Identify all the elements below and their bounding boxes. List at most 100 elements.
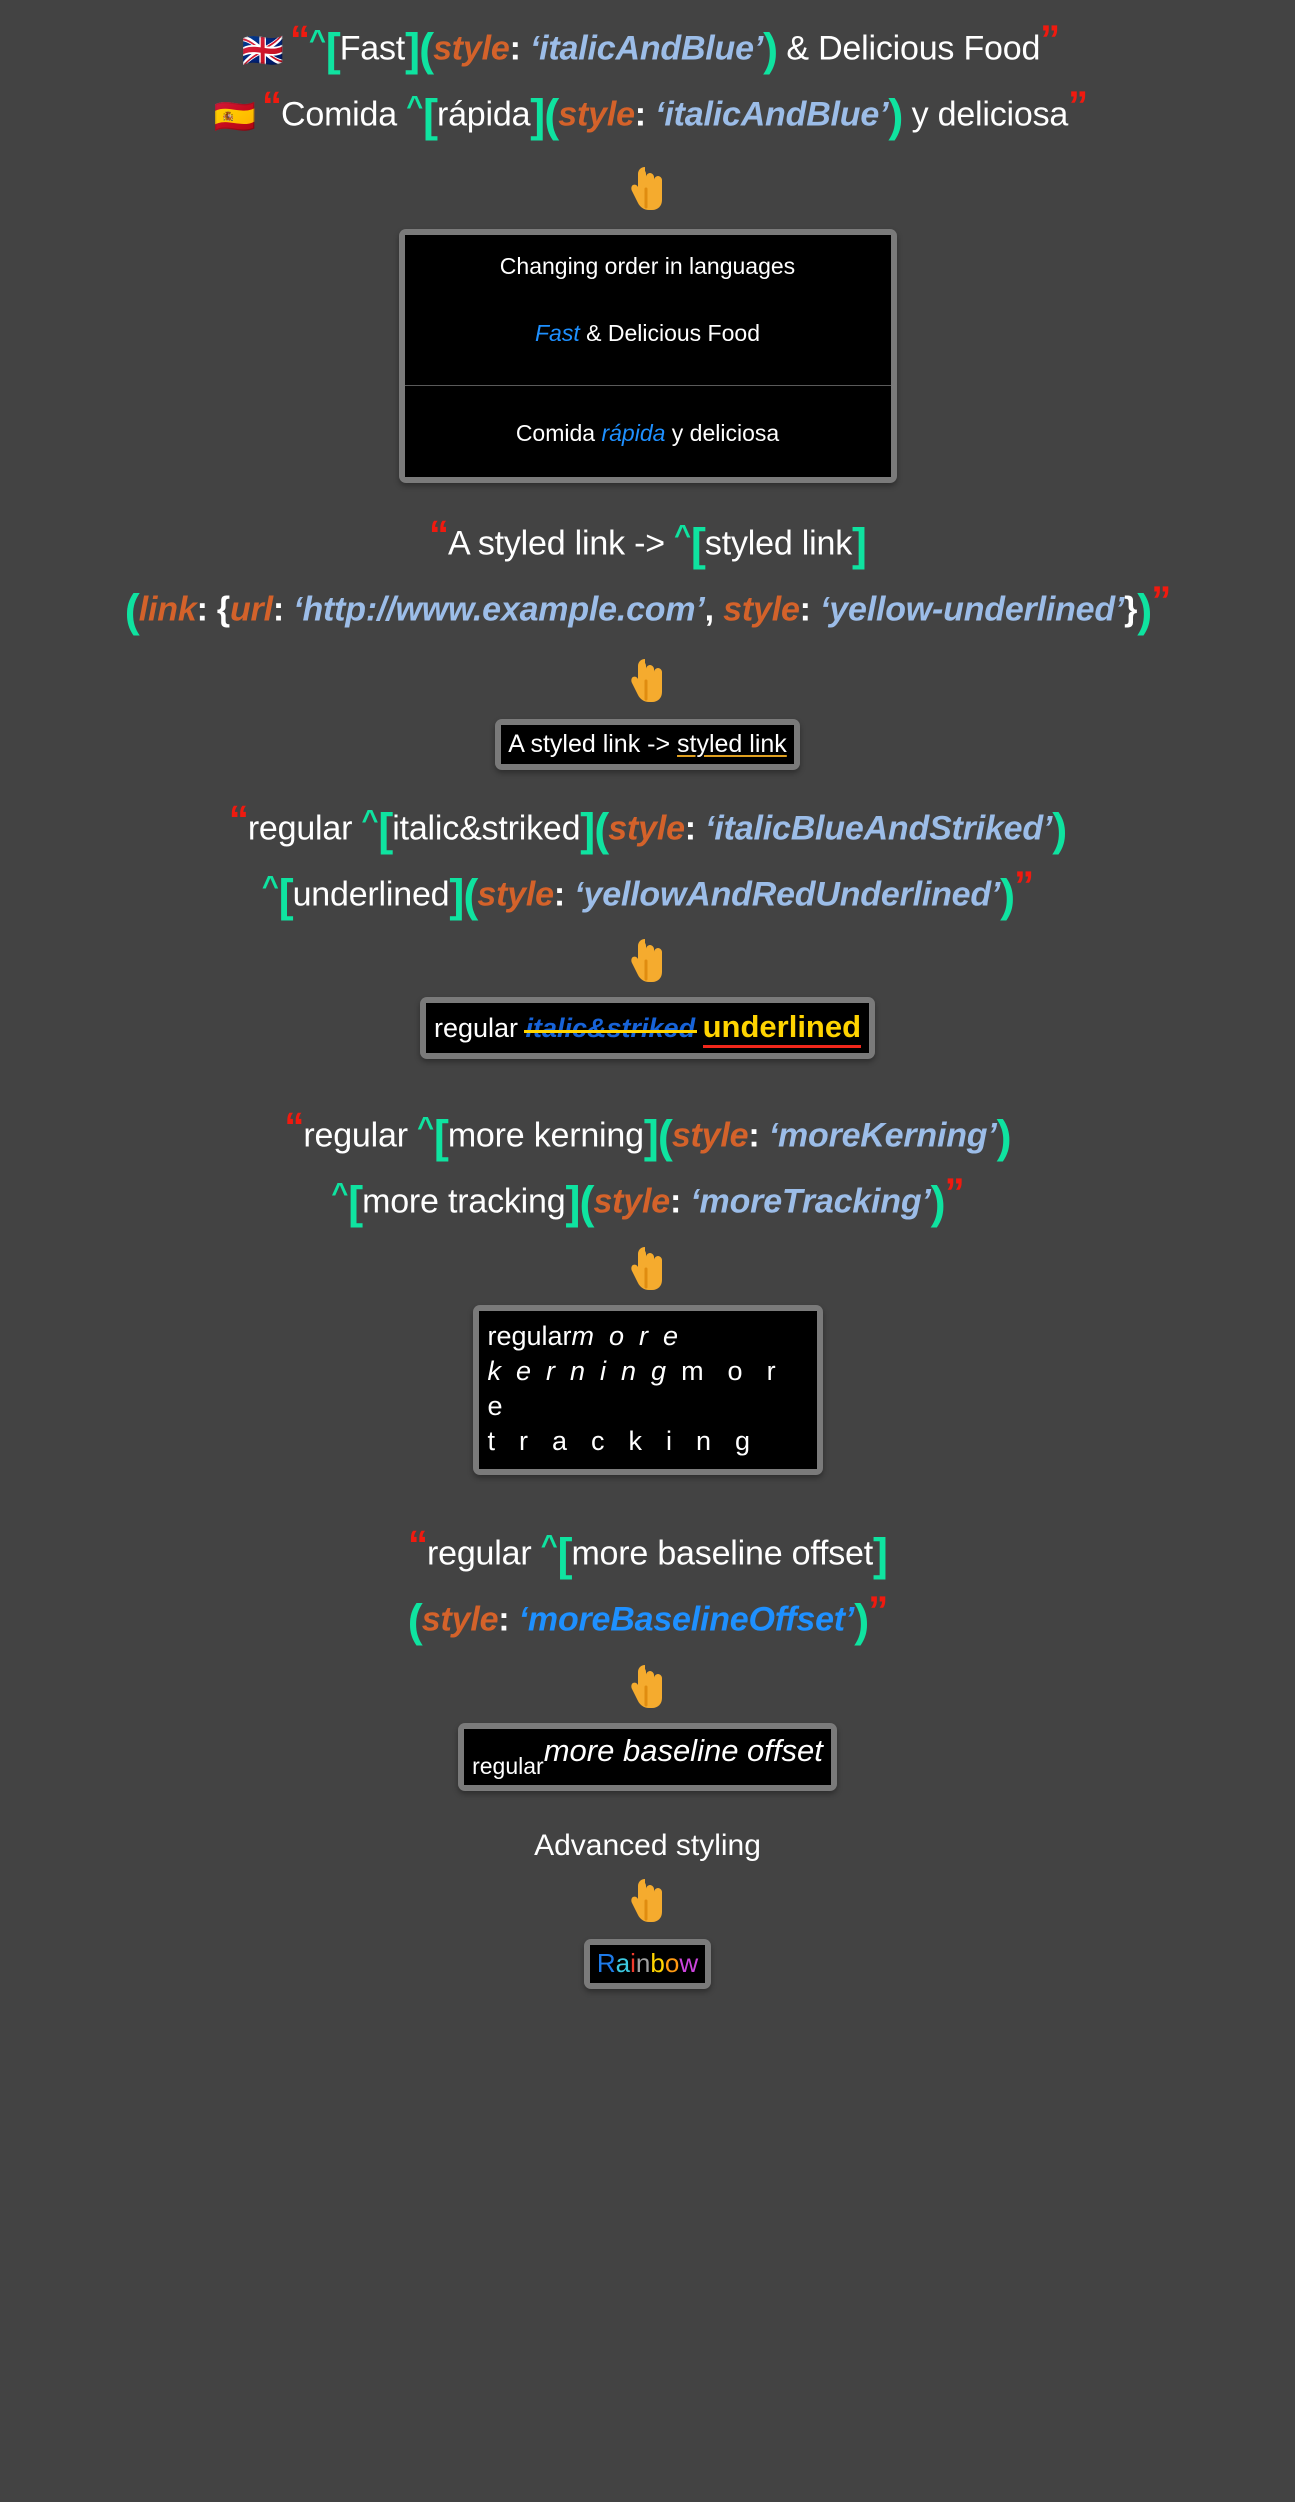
bracket-open: [ — [433, 1111, 449, 1163]
preview-card-rainbow: Rainbow — [0, 1938, 1295, 1989]
section-advanced-styling: Advanced styling Rainbow — [0, 1827, 1295, 1989]
source-line: “regular ^[italic&striked](style: ‘itali… — [0, 794, 1295, 860]
pointing-down-hand-icon — [0, 1661, 1295, 1713]
bracket-close: ] — [449, 869, 464, 921]
card-screen: Changing order in languages Fast & Delic… — [404, 235, 891, 478]
colon: : — [799, 590, 811, 629]
bracket-close: ] — [643, 1111, 659, 1163]
colon: : — [196, 590, 208, 629]
source-line: (link: {url: ‘http://www.example.com’, s… — [0, 575, 1295, 641]
bracket-open: [ — [690, 519, 706, 571]
styled-word: more kerning — [447, 1116, 644, 1155]
brace-close: } — [1124, 590, 1138, 629]
style-key: style — [421, 1600, 499, 1639]
source-line: “regular ^[more kerning](style: ‘moreKer… — [0, 1101, 1295, 1167]
styled-word: more tracking — [362, 1182, 566, 1221]
close-quote: ” — [868, 1588, 888, 1633]
section-styled-link: “A styled link -> ^[styled link] (link: … — [0, 509, 1295, 770]
leading-text: Comida — [281, 95, 407, 134]
paren-open: ( — [124, 585, 140, 637]
open-quote: “ — [289, 18, 310, 62]
plain-fragment: Comida — [515, 420, 602, 447]
paren-close: ) — [930, 1177, 946, 1229]
pointing-down-hand-icon — [0, 935, 1295, 987]
card-frame: Changing order in languages Fast & Delic… — [398, 229, 897, 484]
style-value: ‘italicAndBlue’ — [655, 95, 889, 134]
preview-line: A styled link -> styled link — [508, 730, 787, 759]
style-key: style — [671, 1116, 749, 1155]
url-value: ‘http://www.example.com’ — [293, 590, 705, 629]
leading-text: regular — [303, 1116, 418, 1155]
style-value: ‘moreKerning’ — [768, 1116, 997, 1155]
source-line: 🇬🇧 “^[Fast](style: ‘italicAndBlue’) & Del… — [0, 14, 1295, 80]
styled-word: styled link — [704, 524, 853, 563]
paren-close: ) — [1000, 869, 1015, 921]
card-screen: Rainbow — [589, 1944, 706, 1983]
paren-open: ( — [544, 89, 559, 141]
bracket-close: ] — [565, 1177, 580, 1229]
paren-close: ) — [763, 24, 778, 76]
rainbow-letter-0: R — [596, 1947, 616, 1978]
plain-fragment: regular — [433, 1013, 526, 1044]
pointing-down-hand-icon — [0, 163, 1295, 215]
page-title: Advanced styling — [534, 1828, 761, 1862]
rainbow-text: Rainbow — [597, 1948, 698, 1979]
paren-open: ( — [407, 1595, 423, 1647]
link-key: link — [138, 590, 197, 629]
styled-link[interactable]: styled link — [677, 730, 787, 758]
colon: : — [634, 95, 646, 134]
styled-word: more baseline offset — [571, 1534, 873, 1573]
card-screen: regularmore kerningmore tracking — [478, 1310, 817, 1470]
rainbow-letter-6: w — [679, 1947, 699, 1978]
colon: : — [553, 875, 565, 914]
style-key: style — [713, 590, 800, 629]
bracket-open: [ — [348, 1177, 363, 1229]
preview-line: regular italic&striked underlined — [433, 1009, 862, 1049]
bracket-close: ] — [405, 24, 420, 76]
caret-token: ^ — [540, 1529, 558, 1562]
caret-token: ^ — [308, 24, 326, 57]
bracket-open: [ — [278, 869, 294, 921]
bracket-close: ] — [852, 519, 867, 571]
section-italic-striked: “regular ^[italic&striked](style: ‘itali… — [0, 794, 1295, 1060]
source-line: “A styled link -> ^[styled link] — [0, 509, 1295, 575]
paren-close: ) — [1052, 804, 1067, 856]
rainbow-letter-3: n — [635, 1947, 651, 1978]
bracket-close: ] — [580, 804, 595, 856]
source-block-baseline: “regular ^[more baseline offset] (style:… — [0, 1519, 1295, 1650]
bracket-open: [ — [557, 1529, 572, 1581]
close-quote: ” — [1068, 83, 1088, 128]
card-screen: A styled link -> styled link — [501, 724, 794, 764]
preview-spanish-line: Comida rápida y deliciosa — [405, 386, 891, 477]
pointing-down-hand-icon — [0, 1243, 1295, 1295]
section-languages: 🇬🇧 “^[Fast](style: ‘italicAndBlue’) & Del… — [0, 14, 1295, 484]
style-value: ‘yellowAndRedUnderlined’ — [574, 875, 1001, 914]
pointing-down-hand-icon — [0, 1875, 1295, 1927]
preview-english-line: Fast & Delicious Food — [404, 280, 891, 387]
source-line: “regular ^[more baseline offset] — [0, 1519, 1295, 1585]
card-frame: regularmore kerningmore tracking — [472, 1304, 823, 1476]
brace-open: { — [207, 590, 230, 629]
close-quote: ” — [1151, 579, 1171, 624]
paren-close: ) — [854, 1595, 869, 1647]
preview-card-styled-link: A styled link -> styled link — [0, 718, 1295, 770]
demo-page: 🇬🇧 “^[Fast](style: ‘italicAndBlue’) & Del… — [0, 0, 1295, 1989]
styled-fragment: rápida — [601, 420, 666, 447]
bracket-open: [ — [422, 89, 438, 141]
styled-word: underlined — [292, 875, 450, 914]
paren-open: ( — [657, 1111, 673, 1163]
underlined-fragment: underlined — [702, 1009, 862, 1049]
colon: : — [509, 29, 521, 68]
source-block-kerning: “regular ^[more kerning](style: ‘moreKer… — [0, 1101, 1295, 1232]
paren-open: ( — [579, 1177, 594, 1229]
styled-word: rápida — [436, 95, 531, 134]
close-quote: ” — [944, 1171, 965, 1216]
card-frame: regularmore baseline offset — [458, 1722, 837, 1791]
colon: : — [669, 1182, 682, 1221]
card-frame: A styled link -> styled link — [495, 718, 800, 770]
caret-token: ^ — [261, 870, 279, 903]
paren-open: ( — [463, 869, 478, 921]
style-key: style — [593, 1182, 670, 1221]
plain-fragment: A styled link -> — [508, 729, 678, 758]
rainbow-letter-4: b — [650, 1947, 665, 1978]
